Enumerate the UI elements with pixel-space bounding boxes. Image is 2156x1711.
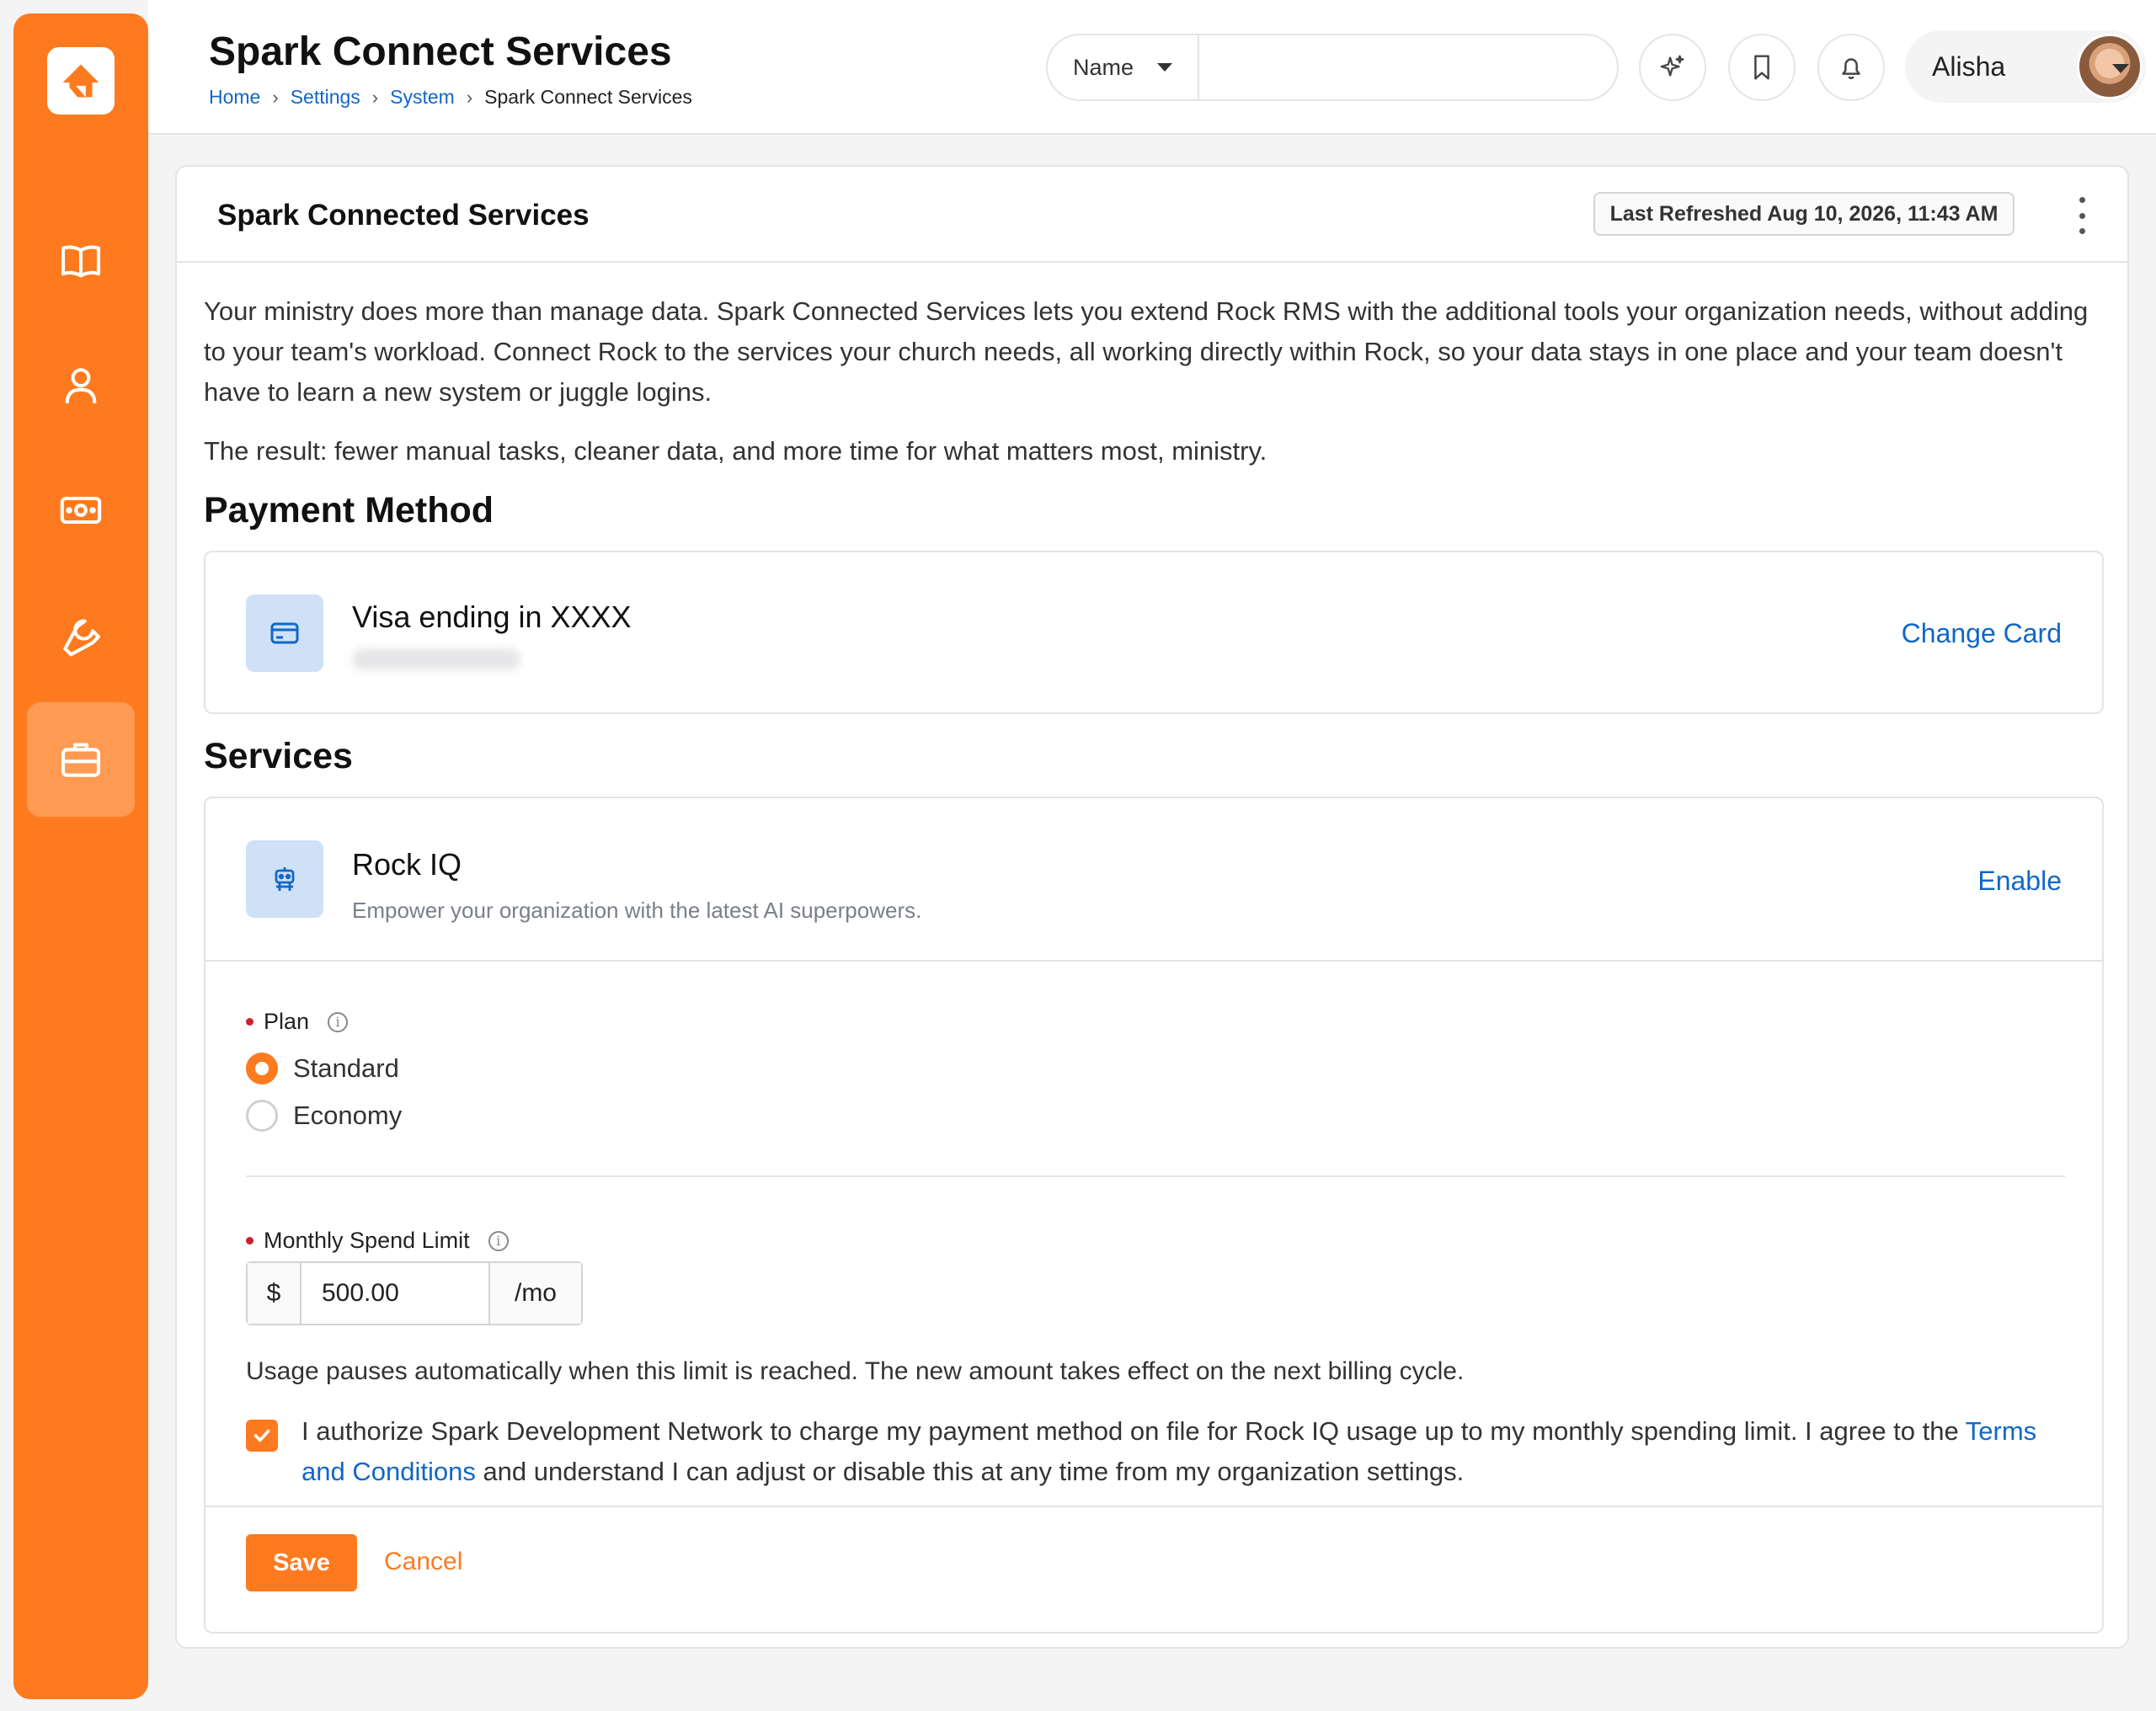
breadcrumb: Home › Settings › System › Spark Connect… (209, 86, 692, 109)
sidebar-item-person-icon[interactable] (27, 328, 135, 443)
breadcrumb-settings[interactable]: Settings (291, 86, 360, 109)
bookmark-button[interactable] (1728, 34, 1796, 101)
user-menu-chevron-down-icon[interactable] (2112, 64, 2129, 73)
required-indicator (246, 1237, 253, 1245)
plan-label-text: Plan (264, 1009, 310, 1034)
info-icon[interactable]: i (328, 1011, 349, 1032)
breadcrumb-separator-icon: › (466, 86, 473, 108)
intro-paragraph-2: The result: fewer manual tasks, cleaner … (204, 436, 1267, 466)
sparkle-button[interactable] (1639, 34, 1706, 101)
change-card-link[interactable]: Change Card (1902, 618, 2062, 649)
search-type-value: Name (1072, 54, 1134, 80)
card-title: Spark Connected Services (217, 199, 590, 232)
connected-services-card: Spark Connected Services Last Refreshed … (175, 165, 2129, 1649)
breadcrumb-separator-icon: › (272, 86, 279, 108)
intro-paragraph-1: Your ministry does more than manage data… (204, 296, 2089, 407)
footer-divider (205, 1506, 2102, 1507)
chevron-down-icon (1157, 63, 1173, 72)
user-name: Alisha (1932, 51, 2006, 82)
rock-iq-settings: Plan i Standard Economy Monthly Spend Li… (204, 960, 2104, 1634)
divider (246, 1175, 2065, 1177)
breadcrumb-current: Spark Connect Services (484, 86, 692, 108)
required-indicator (246, 1018, 253, 1026)
search-input[interactable] (1199, 35, 1617, 99)
radio-standard[interactable] (246, 1053, 278, 1085)
plan-label: Plan i (246, 1009, 349, 1035)
checkmark-icon (253, 1429, 270, 1442)
service-name: Rock IQ (352, 847, 462, 882)
spend-limit-help: Usage pauses automatically when this lim… (246, 1357, 1465, 1385)
consent-text-end: and understand I can adjust or disable t… (475, 1457, 1465, 1486)
page-title: Spark Connect Services (209, 29, 672, 74)
sparkle-icon (1660, 55, 1684, 77)
services-heading: Services (204, 736, 353, 776)
user-menu[interactable]: Alisha (1905, 30, 2146, 103)
breadcrumb-system[interactable]: System (390, 86, 455, 109)
sidebar-item-cash-icon[interactable] (27, 453, 135, 568)
notifications-button[interactable] (1817, 34, 1885, 101)
cancel-button[interactable]: Cancel (384, 1548, 462, 1576)
rock-logo-icon[interactable] (47, 47, 115, 115)
search-group: Name (1046, 34, 1619, 101)
spend-limit-input[interactable] (302, 1263, 488, 1324)
plan-option-standard[interactable]: Standard (246, 1053, 399, 1085)
sidebar-item-wrench-icon[interactable] (27, 578, 135, 692)
bookmark-icon (1754, 55, 1769, 80)
spend-limit-label-text: Monthly Spend Limit (264, 1228, 470, 1253)
payment-method-panel: Visa ending in XXXX Change Card (204, 551, 2104, 714)
enable-link[interactable]: Enable (1977, 866, 2062, 897)
card-header: Spark Connected Services Last Refreshed … (177, 167, 2127, 263)
credit-card-icon (246, 594, 323, 672)
per-month-suffix: /mo (488, 1263, 581, 1324)
currency-prefix: $ (248, 1263, 302, 1324)
spend-limit-label: Monthly Spend Limit i (246, 1228, 509, 1254)
bell-icon (1842, 58, 1860, 80)
breadcrumb-separator-icon: › (371, 86, 379, 108)
card-label: Visa ending in XXXX (352, 600, 632, 634)
breadcrumb-home[interactable]: Home (209, 86, 260, 109)
plan-option-economy-label: Economy (293, 1101, 403, 1130)
save-button[interactable]: Save (246, 1534, 357, 1591)
last-refreshed-badge: Last Refreshed Aug 10, 2026, 11:43 AM (1593, 192, 2015, 236)
spend-limit-input-group: $ /mo (246, 1261, 583, 1325)
sidebar-item-book-icon[interactable] (27, 204, 135, 318)
plan-option-economy[interactable]: Economy (246, 1100, 402, 1132)
top-header: Spark Connect Services Home › Settings ›… (148, 0, 2156, 135)
avatar (2077, 34, 2143, 99)
robot-icon (246, 840, 323, 918)
search-type-select[interactable]: Name (1048, 35, 1199, 99)
authorization-text: I authorize Spark Development Network to… (302, 1411, 2070, 1492)
consent-text-start: I authorize Spark Development Network to… (302, 1416, 1966, 1446)
card-details-redacted (352, 648, 520, 670)
more-options-icon[interactable] (2073, 197, 2090, 234)
payment-method-heading: Payment Method (204, 490, 494, 530)
sidebar-item-briefcase-icon[interactable] (27, 702, 135, 817)
radio-economy[interactable] (246, 1100, 278, 1132)
service-description: Empower your organization with the lates… (352, 898, 922, 923)
authorize-checkbox[interactable] (246, 1420, 278, 1452)
rock-iq-panel: Rock IQ Empower your organization with t… (204, 797, 2104, 962)
plan-option-standard-label: Standard (293, 1053, 399, 1083)
intro-text: Your ministry does more than manage data… (204, 291, 2090, 472)
sidebar (13, 13, 148, 1699)
info-icon[interactable]: i (488, 1230, 509, 1251)
